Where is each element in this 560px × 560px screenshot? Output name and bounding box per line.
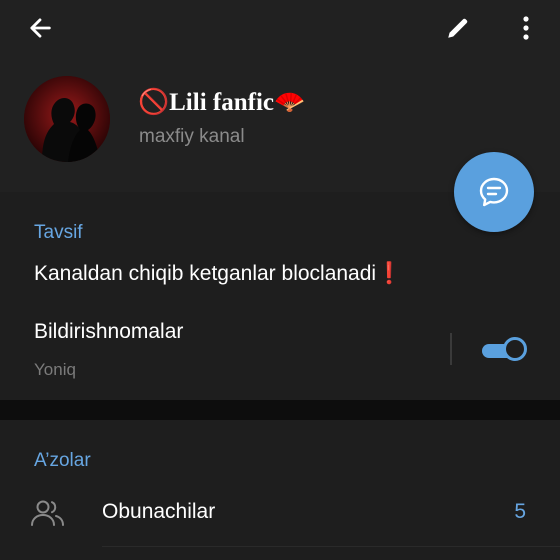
channel-subtitle: maxfiy kanal [139,126,245,147]
avatar-image [24,76,110,162]
subscribers-row[interactable] [0,488,560,538]
pencil-icon [448,18,468,38]
edit-button[interactable] [436,8,480,48]
chat-bubble-icon [479,177,509,207]
back-button[interactable] [18,8,62,48]
users-icon [30,498,66,528]
notifications-status: Yoniq [34,360,76,379]
members-section-label: A’zolar [34,450,91,471]
discuss-button[interactable] [454,152,534,232]
row-divider [102,546,560,547]
channel-description: Kanaldan chiqib ketganlar bloclanadi❗ [34,262,403,285]
divider [450,333,452,365]
subscribers-count: 5 [514,500,526,523]
arrow-left-icon [30,18,51,38]
toggle-knob [503,337,527,361]
vertical-dots-icon [523,16,529,40]
more-options-button[interactable] [504,8,548,48]
description-section-label: Tavsif [34,222,83,243]
subscribers-label: Obunachilar [102,500,216,523]
channel-avatar[interactable] [24,76,110,162]
notifications-toggle[interactable] [482,337,530,363]
notifications-title[interactable]: Bildirishnomalar [34,320,183,344]
section-gap [0,400,560,420]
channel-title: 🚫Lili fanfic🪭 [138,89,306,116]
